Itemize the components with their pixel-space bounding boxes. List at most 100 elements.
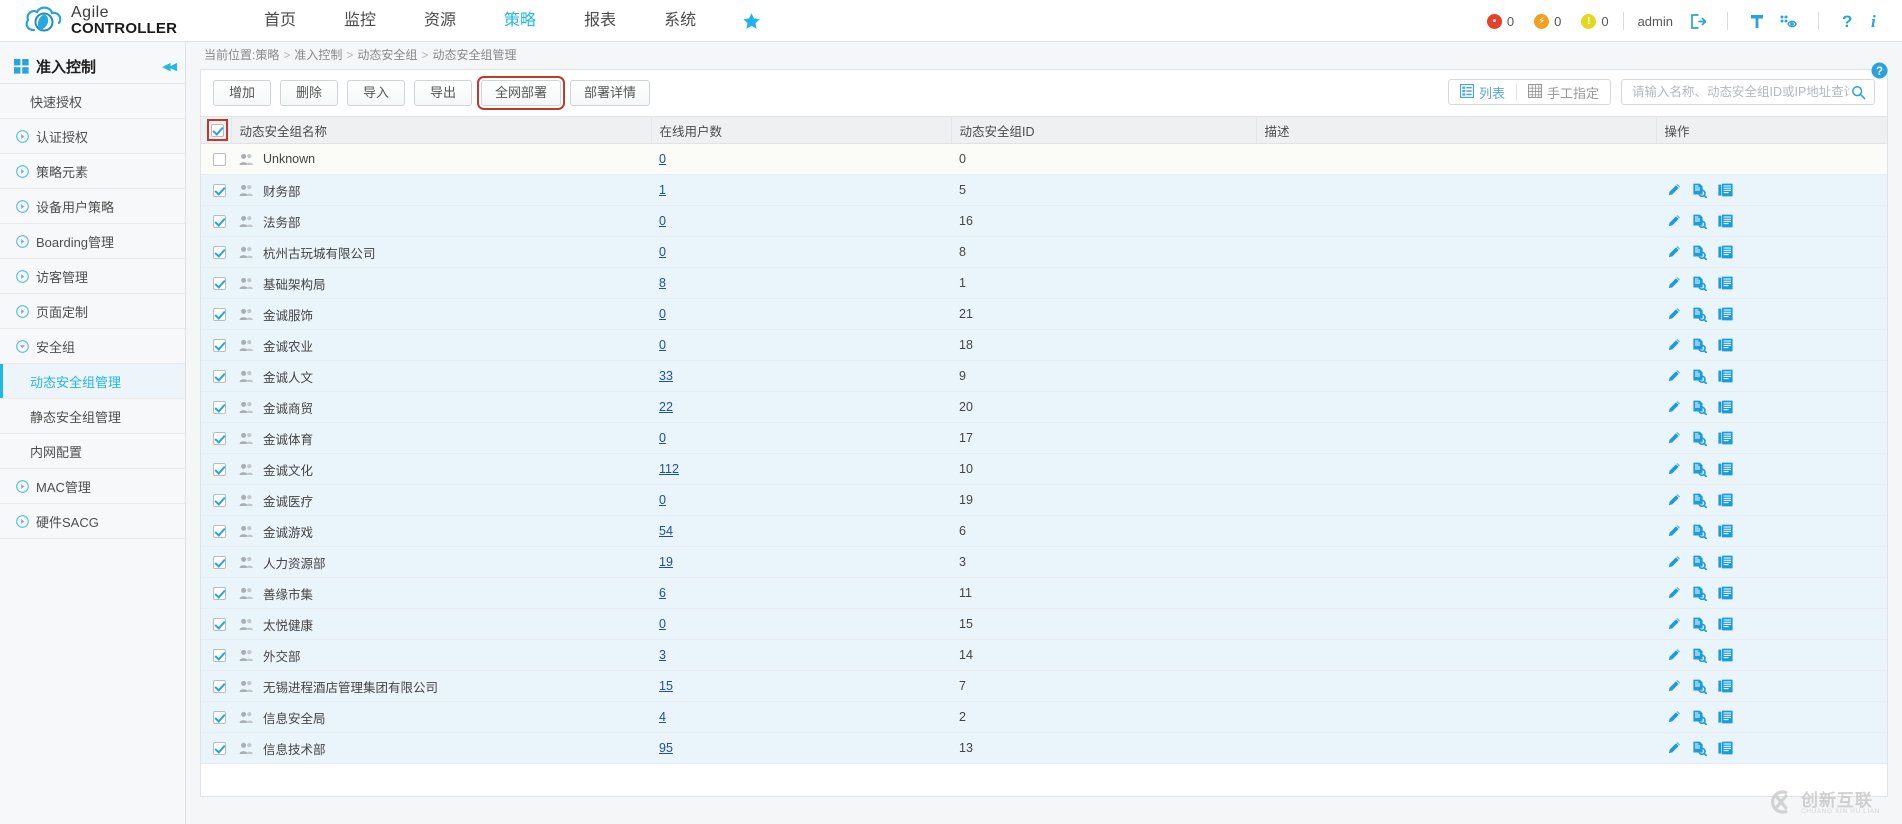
sidebar-item-8[interactable]: 动态安全组管理 [0,364,185,399]
sidebar-item-6[interactable]: 页面定制 [0,294,185,329]
table-row[interactable]: 金诚人文 33 9 [201,360,1887,392]
edit-pencil-icon[interactable] [1667,741,1681,755]
sidebar-item-0[interactable]: 快速授权 [0,84,185,119]
monitor-eye-icon[interactable] [1779,13,1797,30]
copy-list-icon[interactable] [1718,586,1733,600]
breadcrumb-item-3[interactable]: 动态安全组管理 [432,48,516,62]
view-detail-icon[interactable] [1692,307,1707,322]
edit-pencil-icon[interactable] [1667,648,1681,662]
copy-list-icon[interactable] [1718,338,1733,352]
copy-list-icon[interactable] [1718,183,1733,197]
edit-pencil-icon[interactable] [1667,710,1681,724]
search-icon[interactable] [1851,85,1866,100]
nav-item-5[interactable]: 系统 [640,0,720,42]
table-row[interactable]: 外交部 3 14 [201,639,1887,671]
copy-list-icon[interactable] [1718,555,1733,569]
logout-icon[interactable] [1689,13,1706,30]
breadcrumb-item-2[interactable]: 动态安全组 [357,48,417,62]
sidebar-item-7[interactable]: 安全组 [0,329,185,364]
online-user-count-link[interactable]: 54 [659,524,673,538]
table-row[interactable]: 基础架构局 8 1 [201,267,1887,299]
column-header-description[interactable]: 描述 [1256,116,1657,144]
copy-list-icon[interactable] [1718,710,1733,724]
copy-list-icon[interactable] [1718,276,1733,290]
brand-logo[interactable]: Agile CONTROLLER [0,4,205,38]
view-detail-icon[interactable] [1692,524,1707,539]
edit-pencil-icon[interactable] [1667,369,1681,383]
edit-pencil-icon[interactable] [1667,183,1681,197]
row-checkbox[interactable] [213,742,226,756]
copy-list-icon[interactable] [1718,462,1733,476]
table-row[interactable]: 金诚商贸 22 20 [201,391,1887,423]
view-detail-icon[interactable] [1692,741,1707,756]
view-detail-icon[interactable] [1692,462,1707,477]
row-checkbox[interactable] [213,339,226,353]
row-checkbox[interactable] [213,246,226,260]
toolbar-button-5[interactable]: 部署详情 [570,80,651,106]
online-user-count-link[interactable]: 6 [659,586,666,600]
online-user-count-link[interactable]: 1 [659,183,666,197]
column-header-online-users[interactable]: 在线用户数 [651,116,952,144]
table-row[interactable]: Unknown 0 0 [201,143,1887,175]
copy-list-icon[interactable] [1718,741,1733,755]
row-checkbox[interactable] [213,649,226,663]
row-checkbox[interactable] [213,308,226,322]
view-detail-icon[interactable] [1692,493,1707,508]
copy-list-icon[interactable] [1718,493,1733,507]
online-user-count-link[interactable]: 95 [659,741,673,755]
table-row[interactable]: 杭州古玩城有限公司 0 8 [201,236,1887,268]
help-icon[interactable]: ? [1840,12,1855,30]
sidebar-item-9[interactable]: 静态安全组管理 [0,399,185,434]
toolbar-button-4[interactable]: 全网部署 [476,76,566,110]
toolbar-button-1[interactable]: 删除 [280,80,338,106]
edit-pencil-icon[interactable] [1667,245,1681,259]
online-user-count-link[interactable]: 0 [659,152,666,166]
table-row[interactable]: 善缘市集 6 11 [201,577,1887,609]
copy-list-icon[interactable] [1718,307,1733,321]
edit-pencil-icon[interactable] [1667,679,1681,693]
online-user-count-link[interactable]: 33 [659,369,673,383]
row-checkbox[interactable] [213,153,226,167]
table-row[interactable]: 财务部 1 5 [201,174,1887,206]
row-checkbox[interactable] [213,525,226,539]
copy-list-icon[interactable] [1718,524,1733,538]
online-user-count-link[interactable]: 4 [659,710,666,724]
edit-pencil-icon[interactable] [1667,276,1681,290]
view-manual-button[interactable]: 手工指定 [1517,80,1610,104]
online-user-count-link[interactable]: 0 [659,617,666,631]
online-user-count-link[interactable]: 0 [659,431,666,445]
minor-alarm-counter[interactable]: ! 0 [1581,13,1609,29]
filter-icon[interactable] [1749,13,1765,30]
edit-pencil-icon[interactable] [1667,524,1681,538]
view-detail-icon[interactable] [1692,183,1707,198]
row-checkbox[interactable] [213,215,226,229]
row-checkbox[interactable] [213,432,226,446]
table-row[interactable]: 太悦健康 0 15 [201,608,1887,640]
view-detail-icon[interactable] [1692,679,1707,694]
sidebar-item-10[interactable]: 内网配置 [0,434,185,469]
table-row[interactable]: 法务部 0 16 [201,205,1887,237]
row-checkbox[interactable] [213,401,226,415]
table-row[interactable]: 金诚服饰 0 21 [201,298,1887,330]
online-user-count-link[interactable]: 0 [659,245,666,259]
copy-list-icon[interactable] [1718,648,1733,662]
sidebar-item-3[interactable]: 设备用户策略 [0,189,185,224]
row-checkbox[interactable] [213,618,226,632]
view-detail-icon[interactable] [1692,555,1707,570]
online-user-count-link[interactable]: 0 [659,493,666,507]
row-checkbox[interactable] [213,556,226,570]
edit-pencil-icon[interactable] [1667,586,1681,600]
copy-list-icon[interactable] [1718,617,1733,631]
collapse-left-icon[interactable]: ◀◀ [162,60,177,73]
copy-list-icon[interactable] [1718,245,1733,259]
online-user-count-link[interactable]: 3 [659,648,666,662]
row-checkbox[interactable] [213,587,226,601]
edit-pencil-icon[interactable] [1667,462,1681,476]
online-user-count-link[interactable]: 22 [659,400,673,414]
table-row[interactable]: 无锡进程酒店管理集团有限公司 15 7 [201,670,1887,702]
view-detail-icon[interactable] [1692,431,1707,446]
online-user-count-link[interactable]: 0 [659,338,666,352]
online-user-count-link[interactable]: 8 [659,276,666,290]
nav-item-0[interactable]: 首页 [240,0,320,42]
online-user-count-link[interactable]: 15 [659,679,673,693]
